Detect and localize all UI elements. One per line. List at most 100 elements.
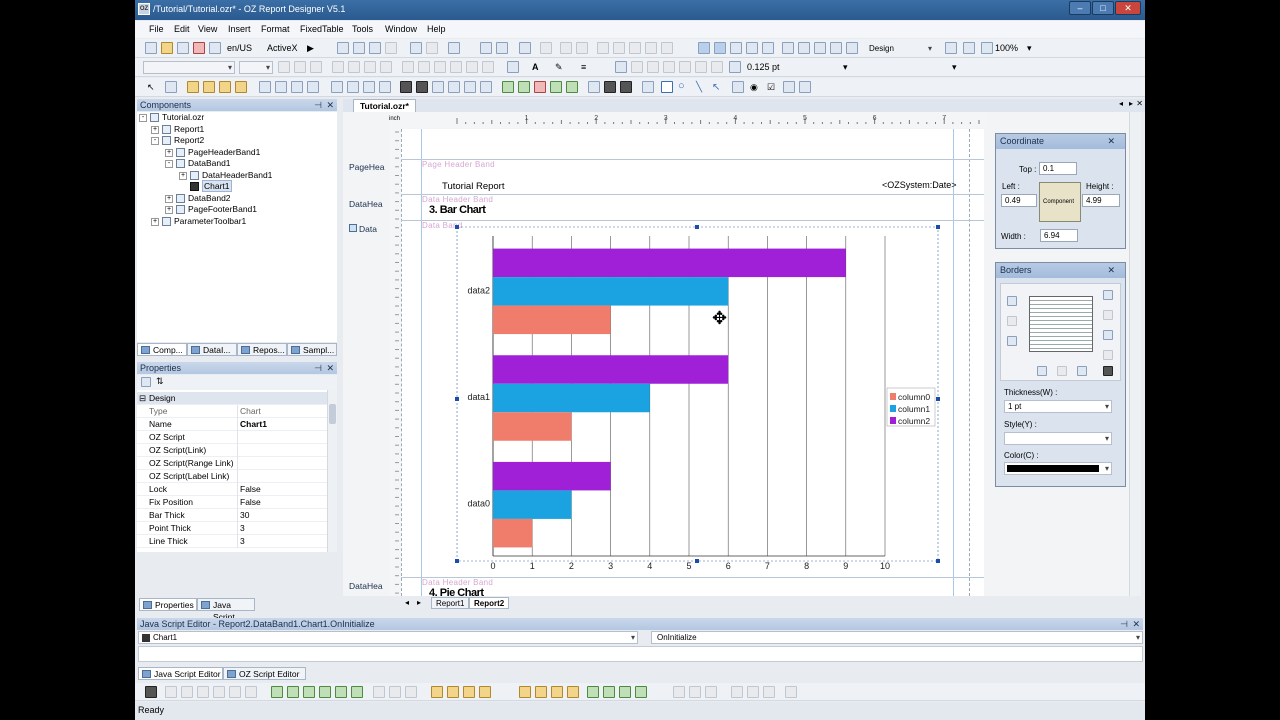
font-name-select[interactable] bbox=[143, 61, 235, 74]
property-row-name[interactable]: Name Chart1 bbox=[137, 418, 327, 431]
script-icon-13[interactable] bbox=[373, 686, 385, 698]
indent-icon[interactable] bbox=[466, 61, 478, 73]
script-icon-17[interactable] bbox=[447, 686, 459, 698]
property-row-oz-script-link[interactable]: OZ Script(Link) bbox=[137, 444, 327, 457]
script-icon-29[interactable] bbox=[689, 686, 701, 698]
open-icon[interactable] bbox=[161, 42, 173, 54]
pin-icon[interactable]: ⊣ bbox=[1120, 618, 1128, 630]
zoom-select[interactable]: 100% bbox=[995, 43, 1018, 53]
report-tabs-prev-icon[interactable]: ◂ bbox=[405, 598, 409, 607]
mode-select[interactable]: Design bbox=[865, 42, 935, 55]
property-row-lock[interactable]: Lock False bbox=[137, 483, 327, 496]
text-align-right-icon[interactable] bbox=[364, 61, 376, 73]
help-icon[interactable] bbox=[448, 42, 460, 54]
zoom-fit-icon[interactable] bbox=[981, 42, 993, 54]
close-icon[interactable]: ✕ bbox=[326, 362, 334, 374]
script-icon-33[interactable] bbox=[763, 686, 775, 698]
line-width-icon[interactable] bbox=[729, 61, 741, 73]
property-category[interactable]: ⊟ Design bbox=[137, 392, 327, 405]
color-select[interactable] bbox=[1004, 462, 1112, 475]
band-summary-icon[interactable] bbox=[259, 81, 271, 93]
undo-icon[interactable] bbox=[410, 42, 422, 54]
script-icon-28[interactable] bbox=[673, 686, 685, 698]
fill-color-icon[interactable] bbox=[507, 61, 519, 73]
script-icon-34[interactable] bbox=[785, 686, 797, 698]
close-icon[interactable]: ✕ bbox=[326, 99, 334, 111]
close-icon[interactable]: ✕ bbox=[1107, 263, 1115, 278]
pointer-icon[interactable]: ↖ bbox=[147, 82, 155, 93]
menu-format[interactable]: Format bbox=[261, 24, 290, 34]
group-icon[interactable] bbox=[540, 42, 552, 54]
tab-scroll-right-icon[interactable]: ▸ bbox=[1129, 99, 1133, 108]
grid-icon[interactable] bbox=[814, 42, 826, 54]
label-icon[interactable] bbox=[165, 81, 177, 93]
border-upper-right-icon[interactable] bbox=[1103, 310, 1113, 320]
radio-icon[interactable]: ◉ bbox=[750, 82, 758, 93]
text-align-left-icon[interactable] bbox=[332, 61, 344, 73]
script-icon-16[interactable] bbox=[431, 686, 443, 698]
line-width-value[interactable]: 0.125 pt bbox=[747, 62, 780, 72]
align-bottom-icon[interactable] bbox=[661, 42, 673, 54]
style-select[interactable] bbox=[1004, 432, 1112, 445]
property-row-line-thick[interactable]: Line Thick 3 bbox=[137, 535, 327, 548]
locale-select[interactable]: en/US bbox=[227, 43, 252, 53]
image-icon[interactable] bbox=[400, 81, 412, 93]
cut-icon[interactable] bbox=[337, 42, 349, 54]
script-editor-body[interactable] bbox=[138, 646, 1143, 662]
tab-datainfo[interactable]: DataI... bbox=[187, 343, 237, 356]
tab-samples[interactable]: Sampl... bbox=[287, 343, 337, 356]
script-icon-5[interactable] bbox=[229, 686, 241, 698]
menu-insert[interactable]: Insert bbox=[228, 24, 251, 34]
report-page[interactable]: Page Header Band Tutorial Report <OZSyst… bbox=[401, 129, 984, 596]
script-icon-7[interactable] bbox=[271, 686, 283, 698]
script-icon-23[interactable] bbox=[567, 686, 579, 698]
sheet-icon[interactable] bbox=[566, 81, 578, 93]
script-icon-3[interactable] bbox=[197, 686, 209, 698]
tree-node-parametertoolbar1[interactable]: + ParameterToolbar1 bbox=[151, 216, 246, 227]
band-label-data-header-2[interactable]: DataHea bbox=[349, 581, 383, 591]
document-tab[interactable]: Tutorial.ozr* bbox=[353, 99, 416, 112]
band-tail-icon[interactable] bbox=[291, 81, 303, 93]
align-top-icon[interactable] bbox=[645, 42, 657, 54]
border-right-icon[interactable] bbox=[711, 61, 723, 73]
border-mid-right-icon[interactable] bbox=[1103, 330, 1113, 340]
script-icon-2[interactable] bbox=[181, 686, 193, 698]
script-icon-30[interactable] bbox=[705, 686, 717, 698]
checkbox-icon[interactable]: ☑ bbox=[767, 82, 775, 93]
band-group-icon[interactable] bbox=[275, 81, 287, 93]
font-size-select[interactable] bbox=[239, 61, 273, 74]
barcode2-icon[interactable] bbox=[620, 81, 632, 93]
line-style-icon[interactable]: ≡ bbox=[581, 62, 586, 72]
redo-icon[interactable] bbox=[426, 42, 438, 54]
line-icon[interactable]: ╲ bbox=[696, 82, 702, 93]
tree-node-report1[interactable]: + Report1 bbox=[151, 124, 204, 135]
script-icon-15[interactable] bbox=[405, 686, 417, 698]
script-icon-27[interactable] bbox=[635, 686, 647, 698]
new-icon[interactable] bbox=[145, 42, 157, 54]
script-icon-4[interactable] bbox=[213, 686, 225, 698]
tab-java-script-editor[interactable]: Java Script Editor bbox=[138, 667, 223, 680]
zoom-out-icon[interactable] bbox=[963, 42, 975, 54]
script-icon-22[interactable] bbox=[551, 686, 563, 698]
script-event-select[interactable]: OnInitialize bbox=[651, 631, 1143, 644]
script-icon-19[interactable] bbox=[479, 686, 491, 698]
script-icon-10[interactable] bbox=[319, 686, 331, 698]
menu-edit[interactable]: Edit bbox=[174, 24, 190, 34]
align-left-icon[interactable] bbox=[597, 42, 609, 54]
width-input[interactable]: 6.94 bbox=[1040, 229, 1078, 242]
text-a-icon[interactable] bbox=[502, 81, 514, 93]
bring-front-icon[interactable] bbox=[746, 42, 758, 54]
tab-scroll-left-icon[interactable]: ◂ bbox=[1119, 99, 1123, 108]
script-icon-20[interactable] bbox=[519, 686, 531, 698]
tab-repository[interactable]: Repos... bbox=[237, 343, 287, 356]
tree-node-report2[interactable]: - Report2 bbox=[151, 135, 204, 146]
band-icon[interactable] bbox=[782, 42, 794, 54]
extra-dropdown-icon[interactable]: ▾ bbox=[952, 62, 957, 73]
pin-icon[interactable]: ⊣ bbox=[314, 99, 322, 111]
left-input[interactable]: 0.49 bbox=[1001, 194, 1037, 207]
tree-node-pageheaderband1[interactable]: + PageHeaderBand1 bbox=[165, 147, 260, 158]
script-object-select[interactable]: Chart1 bbox=[138, 631, 638, 644]
ellipse-icon[interactable]: ○ bbox=[678, 80, 685, 92]
outdent-icon[interactable] bbox=[482, 61, 494, 73]
script-icon-1[interactable] bbox=[165, 686, 177, 698]
